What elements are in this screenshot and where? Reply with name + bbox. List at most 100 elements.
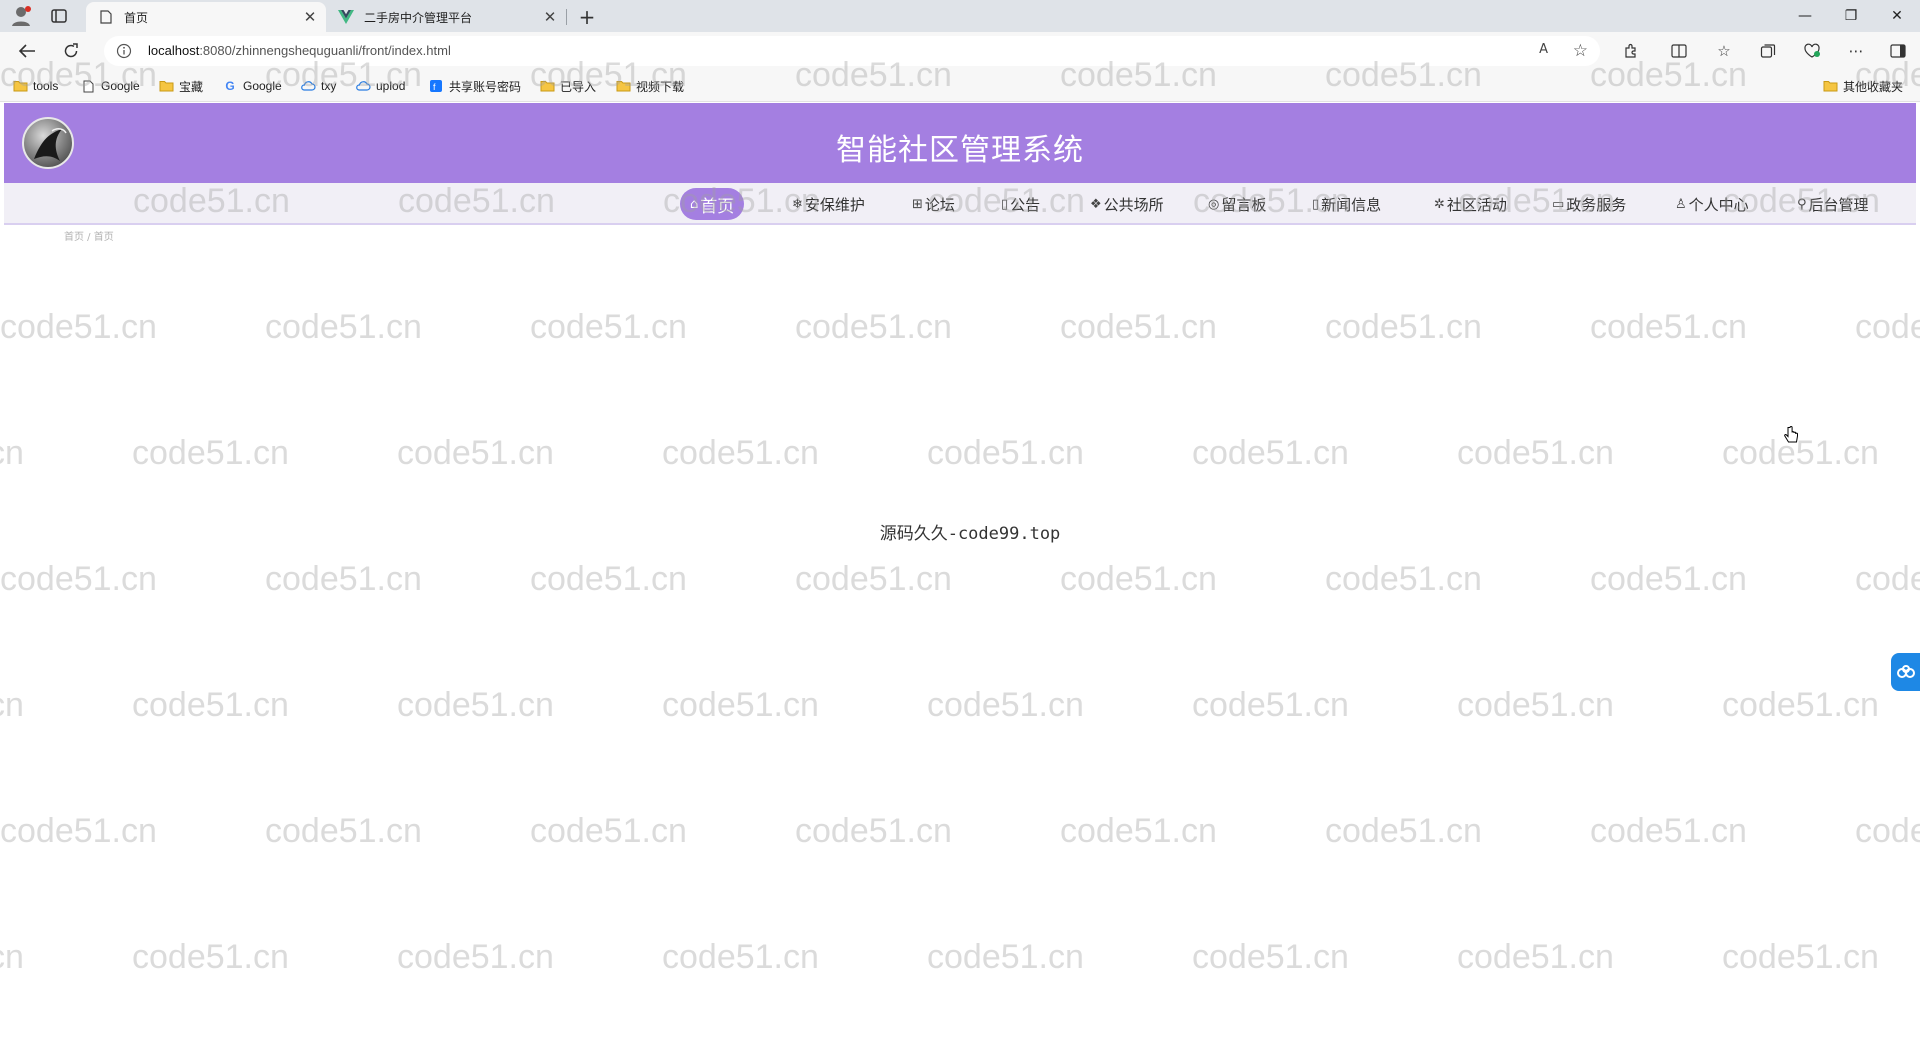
collections-icon[interactable] [1758, 41, 1778, 61]
nav-icon: ◎ [1208, 196, 1220, 212]
bookmark-item[interactable]: 宝藏 [158, 77, 203, 95]
vue-logo-icon [338, 9, 354, 25]
new-tab-button[interactable]: + [574, 4, 600, 30]
nav-item-10[interactable]: ⚲ 后台管理 [1789, 188, 1877, 220]
bookmark-item[interactable]: 已导入 [539, 77, 596, 95]
bookmark-item[interactable]: f 共享账号密码 [428, 77, 521, 95]
nav-label: 社区活动 [1446, 195, 1507, 214]
browser-essentials-icon[interactable] [1802, 41, 1822, 61]
nav-icon: ▯ [1001, 196, 1009, 212]
bookmark-item[interactable]: Google [80, 77, 140, 95]
bookmark-item[interactable]: tools [12, 77, 58, 95]
tab-secondhand[interactable]: 二手房中介管理平台 ✕ [326, 2, 566, 32]
bookmark-label: Google [243, 79, 282, 93]
page-icon [80, 79, 96, 93]
nav-item-6[interactable]: ▯ 新闻信息 [1304, 188, 1389, 220]
bookmark-item[interactable]: 视频下载 [615, 77, 684, 95]
web-page: 智能社区管理系统 ⌂ 首页 ❄ 安保维护 ⊞ 论坛 ▯ 公告 ❖ 公共场所 ◎ 留言板 ▯ 新闻信息 ✲ 社区… [4, 103, 1916, 1037]
folder-icon [539, 79, 555, 93]
profile-icon[interactable] [10, 5, 32, 27]
site-header: 智能社区管理系统 [4, 103, 1916, 183]
app-icon: f [428, 79, 444, 93]
favorites-icon[interactable]: ☆ [1714, 41, 1734, 61]
nav-label: 留言板 [1221, 195, 1267, 214]
nav-icon: ▭ [1552, 196, 1565, 212]
nav-icon: ⊞ [912, 196, 923, 212]
read-aloud-icon[interactable]: A [1539, 42, 1548, 57]
bookmark-item[interactable]: G Google [222, 77, 282, 95]
more-menu-icon[interactable]: ⋯ [1846, 41, 1866, 61]
reload-button[interactable] [59, 39, 83, 63]
nav-item-4[interactable]: ❖ 公共场所 [1082, 188, 1172, 220]
nav-icon: ♙ [1675, 196, 1687, 212]
nav-icon: ✲ [1434, 196, 1445, 212]
browser-tab-strip: 首页 ✕ 二手房中介管理平台 ✕ + — ❐ ✕ [0, 0, 1920, 32]
nav-icon: ▯ [1312, 196, 1320, 212]
tab-actions-icon[interactable] [50, 7, 68, 25]
bookmark-label: 已导入 [560, 79, 597, 94]
favorite-star-icon[interactable]: ☆ [1573, 41, 1588, 61]
tab-title: 首页 [124, 10, 149, 25]
nav-label: 安保维护 [804, 195, 865, 214]
cloud-icon [300, 79, 316, 93]
nav-icon: ❖ [1090, 196, 1102, 212]
tab-title: 二手房中介管理平台 [364, 10, 473, 25]
nav-item-9[interactable]: ♙ 个人中心 [1667, 188, 1757, 220]
close-window-button[interactable]: ✕ [1874, 0, 1920, 32]
nav-label: 后台管理 [1808, 195, 1869, 214]
nav-item-8[interactable]: ▭ 政务服务 [1544, 188, 1634, 220]
minimize-button[interactable]: — [1782, 0, 1828, 32]
other-bookmarks-folder[interactable]: 其他收藏夹 [1822, 77, 1903, 95]
tab-home[interactable]: 首页 ✕ [86, 2, 326, 32]
folder-icon [615, 79, 631, 93]
restore-button[interactable]: ❐ [1828, 0, 1874, 32]
bookmark-label: Google [101, 79, 140, 93]
bookmark-label: 其他收藏夹 [1843, 79, 1904, 94]
info-icon[interactable] [116, 43, 132, 59]
nav-label: 个人中心 [1688, 195, 1749, 214]
split-screen-icon[interactable] [1669, 41, 1689, 61]
page-icon [98, 9, 114, 25]
browser-toolbar: localhost:8080/zhinnengshequguanli/front… [0, 32, 1920, 70]
bookmarks-bar: tools Google 宝藏 G Google txy uplod f 共享账号密码 已导入 视频… [0, 70, 1920, 102]
tab-separator [566, 9, 567, 25]
nav-icon: ❄ [792, 196, 803, 212]
bookmark-item[interactable]: txy [300, 77, 336, 95]
url-text: localhost:8080/zhinnengshequguanli/front… [148, 43, 451, 58]
sidebar-toggle-icon[interactable] [1888, 41, 1908, 61]
bookmark-label: 视频下载 [636, 79, 685, 94]
source-text: 源码久久-code99.top [879, 524, 1061, 544]
nav-label: 政务服务 [1566, 195, 1627, 214]
bookmark-label: tools [33, 79, 59, 93]
folder-icon [12, 79, 28, 93]
bookmark-label: 宝藏 [179, 79, 204, 94]
close-tab-icon[interactable]: ✕ [540, 7, 560, 27]
bookmark-label: txy [321, 79, 337, 93]
floating-assistant-icon[interactable] [1891, 653, 1920, 691]
breadcrumb: 首页 / 首页 [64, 232, 114, 243]
bookmark-label: 共享账号密码 [449, 79, 522, 94]
close-tab-icon[interactable]: ✕ [300, 7, 320, 27]
cloud-icon [355, 79, 371, 93]
google-icon: G [225, 79, 235, 93]
nav-item-7[interactable]: ✲ 社区活动 [1426, 188, 1515, 220]
site-nav: ⌂ 首页 ❄ 安保维护 ⊞ 论坛 ▯ 公告 ❖ 公共场所 ◎ 留言板 ▯ 新闻信息 ✲ 社区活动 ▭ 政务服务 ♙ 个… [4, 183, 1916, 225]
folder-icon [158, 79, 174, 93]
nav-item-1[interactable]: ❄ 安保维护 [784, 188, 873, 220]
bookmark-item[interactable]: uplod [355, 77, 405, 95]
nav-label: 论坛 [924, 195, 955, 214]
nav-label: 首页 [700, 196, 735, 217]
nav-item-5[interactable]: ◎ 留言板 [1200, 188, 1274, 220]
nav-item-2[interactable]: ⊞ 论坛 [904, 188, 963, 220]
back-button[interactable] [15, 39, 39, 63]
hand-cursor-icon [1784, 426, 1798, 443]
nav-icon: ⚲ [1797, 196, 1807, 212]
nav-label: 公告 [1010, 195, 1041, 214]
nav-item-0[interactable]: ⌂ 首页 [680, 188, 745, 220]
nav-icon: ⌂ [690, 196, 699, 212]
bookmark-label: uplod [376, 79, 406, 93]
site-title: 智能社区管理系统 [836, 133, 1084, 168]
extensions-icon[interactable] [1621, 41, 1641, 61]
address-bar[interactable]: localhost:8080/zhinnengshequguanli/front… [104, 36, 1600, 66]
nav-item-3[interactable]: ▯ 公告 [993, 188, 1048, 220]
